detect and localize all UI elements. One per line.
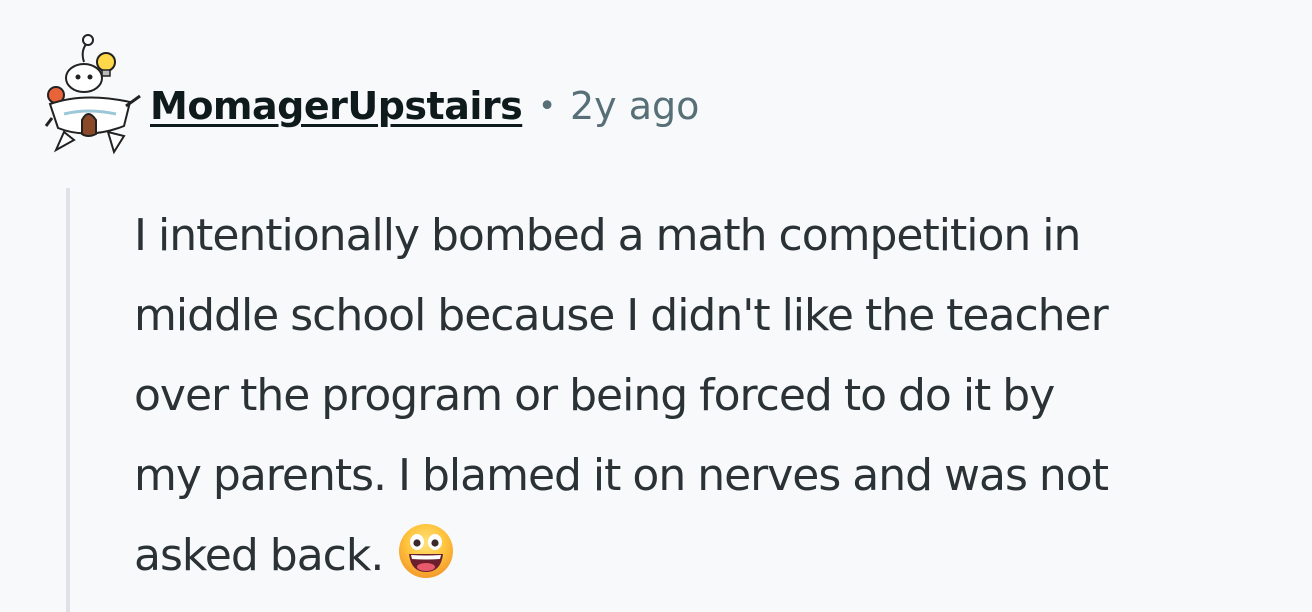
timestamp-link[interactable]: 2y ago [570, 84, 699, 128]
comment-body-line: over the program or being forced to do i… [134, 370, 1055, 421]
comment-body-line: asked back. [134, 530, 384, 581]
author-username-link[interactable]: MomagerUpstairs [150, 84, 523, 128]
comment: MomagerUpstairs • 2y ago I intentionally… [0, 0, 1312, 612]
comment-body-line: my parents. I blamed it on nerves and wa… [134, 450, 1109, 501]
reddit-snoo-avatar-icon[interactable] [44, 22, 144, 162]
comment-header: MomagerUpstairs • 2y ago [150, 76, 699, 136]
comment-body: I intentionally bombed a math competitio… [134, 196, 1306, 596]
comment-body-line: middle school because I didn't like the … [134, 290, 1109, 341]
comment-body-last-line: asked back. [134, 516, 1306, 596]
comment-body-line: I intentionally bombed a math competitio… [134, 210, 1081, 261]
grinning-face-emoji-icon [397, 522, 455, 580]
meta-separator: • [538, 88, 556, 124]
thread-line[interactable] [66, 188, 70, 612]
